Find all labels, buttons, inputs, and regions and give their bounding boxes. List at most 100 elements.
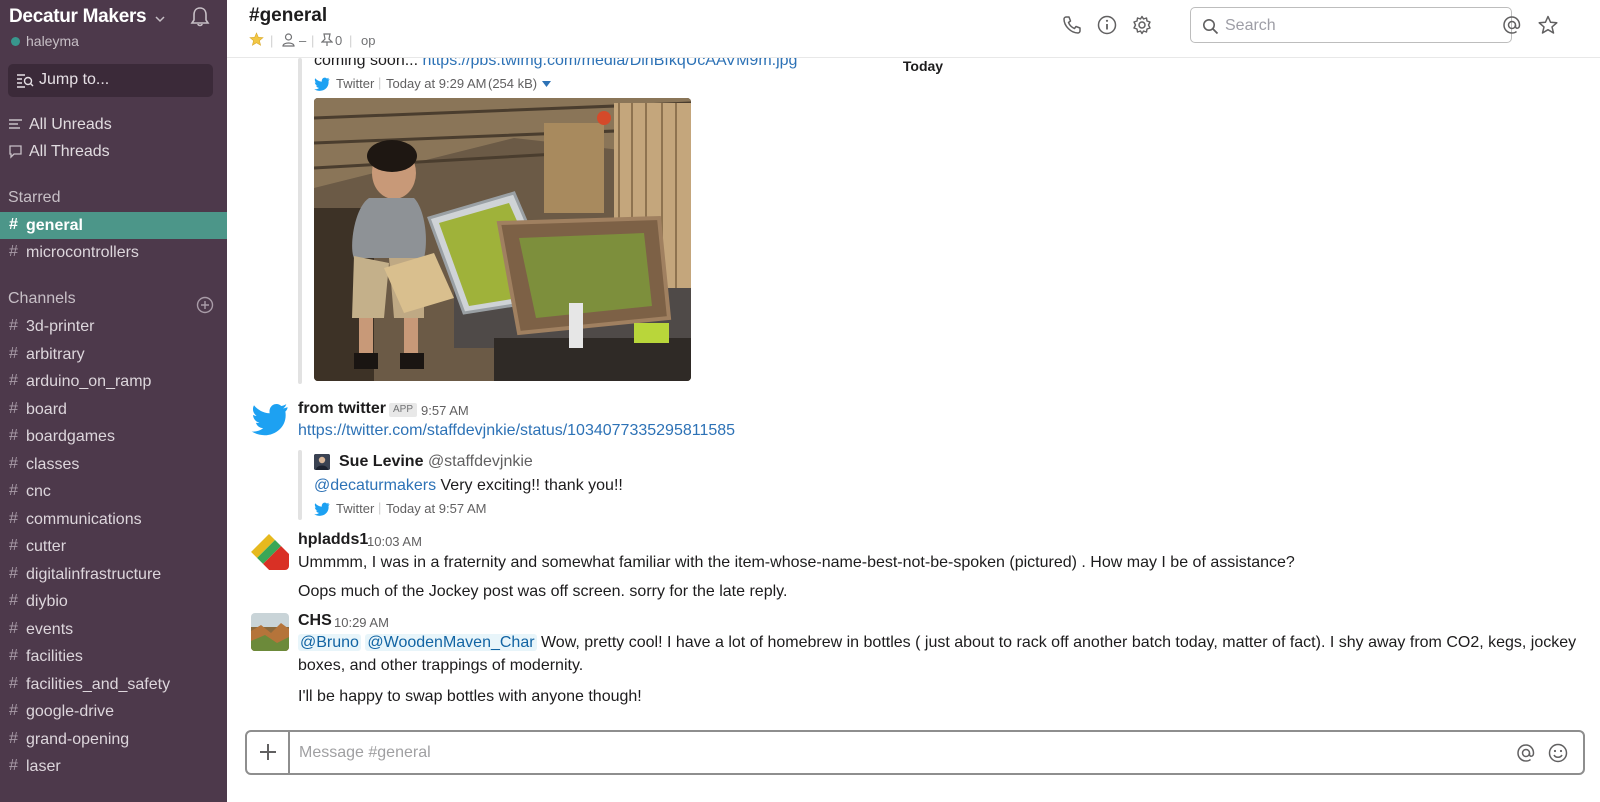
workshop-photo — [314, 98, 691, 381]
info-icon[interactable] — [1096, 14, 1118, 36]
search-box[interactable] — [1190, 7, 1512, 43]
channel-cutter[interactable]: # cutter — [0, 533, 227, 560]
message-timestamp[interactable]: 9:57 AM — [421, 403, 469, 418]
member-icon[interactable] — [282, 33, 295, 47]
channel-title[interactable]: #general — [249, 5, 327, 27]
team-header[interactable]: Decatur Makers haleyma — [9, 4, 219, 50]
message-text: coming soon... https://pbs.twimg.com/med… — [314, 58, 797, 70]
channel-board[interactable]: # board — [0, 396, 227, 423]
channel-name: board — [26, 400, 67, 418]
channel-arduino_on_ramp[interactable]: # arduino_on_ramp — [0, 368, 227, 395]
user-mention[interactable]: @Bruno — [298, 634, 361, 651]
quote-mention[interactable]: @decaturmakers — [314, 477, 436, 494]
section-channels[interactable]: Channels — [8, 290, 76, 308]
channel-general[interactable]: # general — [0, 212, 227, 239]
user-avatar[interactable] — [251, 613, 289, 651]
footer-source: Twitter — [336, 501, 375, 516]
channel-name: classes — [26, 455, 80, 473]
quote-handle: @staffdevjnkie — [427, 453, 533, 470]
channel-laser[interactable]: # laser — [0, 753, 227, 780]
star-icon[interactable] — [249, 32, 264, 47]
jump-to-icon — [17, 74, 34, 88]
section-starred[interactable]: Starred — [8, 189, 60, 207]
channel-boardgames[interactable]: # boardgames — [0, 423, 227, 450]
footer-time[interactable]: Today at 9:29 AM — [386, 76, 486, 91]
emoji-icon[interactable] — [1547, 742, 1569, 764]
presence-indicator — [11, 37, 20, 46]
channel-name: facilities_and_safety — [26, 675, 171, 693]
gear-icon[interactable] — [1131, 14, 1153, 36]
channel-diybio[interactable]: # diybio — [0, 588, 227, 615]
channel-digitalinfrastructure[interactable]: # digitalinfrastructure — [0, 561, 227, 588]
nav-all-unreads[interactable]: All Unreads — [0, 111, 227, 138]
team-name[interactable]: Decatur Makers — [9, 6, 147, 28]
star-outline-icon[interactable] — [1537, 14, 1559, 36]
message-body: Wow, pretty cool! I have a lot of homebr… — [536, 634, 1577, 651]
hash-icon: # — [9, 729, 18, 747]
message-text: Oops much of the Jockey post was off scr… — [298, 583, 788, 600]
channel-name: digitalinfrastructure — [26, 565, 162, 583]
jump-to-button[interactable]: Jump to... — [8, 64, 213, 97]
nav-label: All Threads — [29, 143, 110, 160]
message-input[interactable] — [299, 741, 1479, 765]
footer-size: (254 kB) — [488, 76, 538, 91]
message-text: https://twitter.com/staffdevjnkie/status… — [298, 422, 735, 440]
channel-classes[interactable]: # classes — [0, 451, 227, 478]
message-pane[interactable]: coming soon... https://pbs.twimg.com/med… — [227, 58, 1600, 728]
channel-name: cnc — [26, 483, 51, 500]
pin-icon[interactable] — [321, 33, 333, 47]
message-author[interactable]: hpladds1 — [298, 531, 368, 549]
channel-cnc[interactable]: # cnc — [0, 478, 227, 505]
message-header: hpladds1 10:03 AM — [298, 531, 598, 551]
channel-name: boardgames — [26, 428, 115, 445]
channel-events[interactable]: # events — [0, 616, 227, 643]
channel-arbitrary[interactable]: # arbitrary — [0, 341, 227, 368]
message-author[interactable]: from twitter — [298, 400, 386, 418]
message-author[interactable]: CHS — [298, 612, 332, 630]
user-mention[interactable]: @WoodenMaven_Char — [365, 634, 537, 651]
nav-all-threads[interactable]: All Threads — [0, 138, 227, 165]
hash-icon: # — [9, 399, 18, 417]
quote-avatar-image — [314, 454, 330, 470]
message-timestamp[interactable]: 10:29 AM — [334, 615, 389, 630]
quote-avatar[interactable] — [314, 454, 330, 470]
channel-microcontrollers[interactable]: # microcontrollers — [0, 239, 227, 266]
chevron-down-icon[interactable] — [154, 13, 166, 25]
footer-time[interactable]: Today at 9:57 AM — [386, 501, 486, 516]
channel-3d-printer[interactable]: #3d-printer — [0, 313, 227, 340]
at-mention-icon[interactable] — [1515, 742, 1537, 764]
hash-icon: # — [9, 482, 18, 499]
image-link[interactable]: https://pbs.twimg.com/media/DlnBfkqUcAAV… — [423, 58, 798, 69]
member-count[interactable]: – — [299, 33, 306, 48]
quote-name[interactable]: Sue Levine — [339, 453, 423, 470]
at-mentions-icon[interactable] — [1501, 14, 1523, 36]
channel-name: 3d-printer — [26, 318, 95, 335]
hash-icon: # — [9, 702, 18, 719]
attachment-image[interactable] — [314, 98, 691, 381]
pin-count[interactable]: 0 — [335, 33, 342, 48]
chs-avatar-image — [251, 613, 289, 651]
channel-facilities[interactable]: # facilities — [0, 643, 227, 670]
add-channel-icon[interactable] — [196, 296, 214, 314]
footer-source: Twitter — [336, 76, 375, 91]
attach-button[interactable] — [247, 732, 290, 773]
user-name: haleyma — [26, 33, 79, 49]
channel-topic[interactable]: op — [361, 33, 375, 48]
meta-divider: | — [349, 33, 353, 48]
message-timestamp[interactable]: 10:03 AM — [367, 534, 422, 549]
caret-down-icon[interactable] — [542, 81, 551, 87]
message-text: boxes, and other trappings of modernity. — [298, 657, 584, 674]
channel-grand-opening[interactable]: # grand-opening — [0, 726, 227, 753]
message-text-prefix: coming soon... — [314, 58, 423, 69]
search-input[interactable] — [1225, 14, 1505, 38]
twitter-app-avatar[interactable] — [251, 400, 289, 438]
channel-facilities_and_safety[interactable]: # facilities_and_safety — [0, 671, 227, 698]
channel-google-drive[interactable]: # google-drive — [0, 698, 227, 725]
user-avatar[interactable] — [251, 532, 289, 570]
attachment-bar — [298, 58, 302, 384]
tweet-link[interactable]: https://twitter.com/staffdevjnkie/status… — [298, 422, 735, 439]
phone-icon[interactable] — [1061, 14, 1083, 36]
bell-icon[interactable] — [188, 5, 212, 29]
sidebar: Decatur Makers haleyma Jump to... All Un… — [0, 0, 227, 802]
channel-communications[interactable]: # communications — [0, 506, 227, 533]
